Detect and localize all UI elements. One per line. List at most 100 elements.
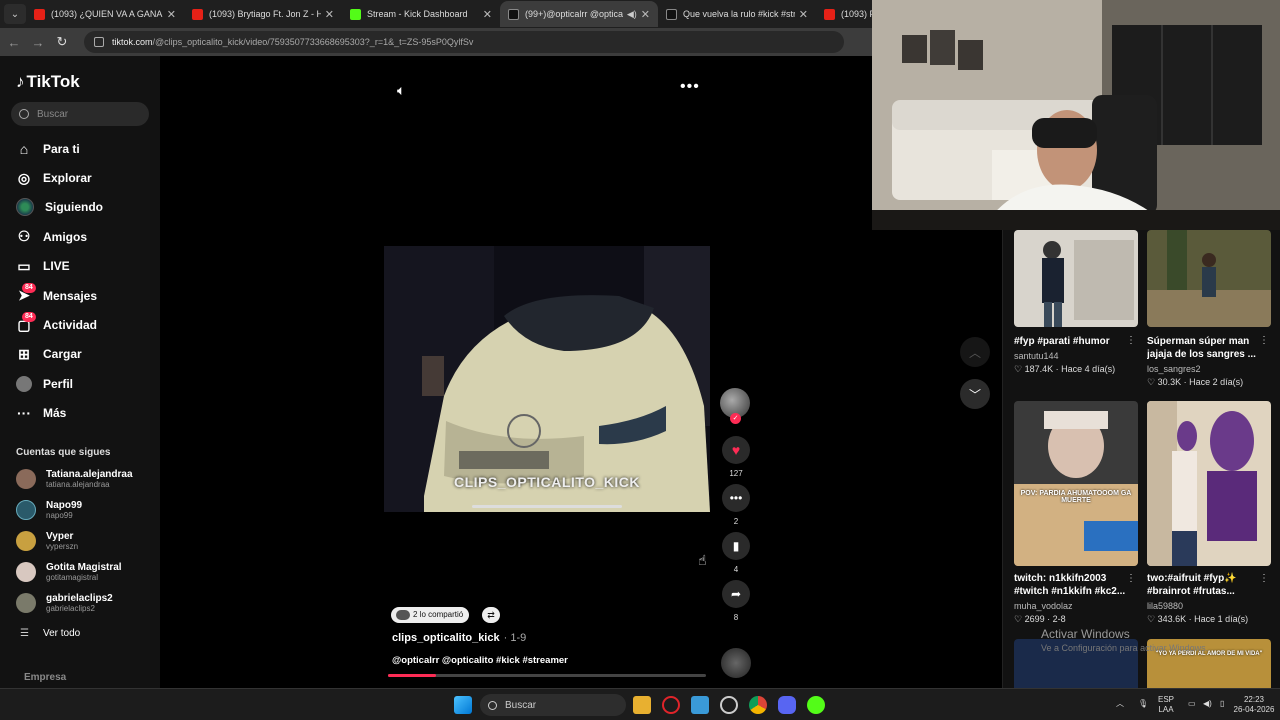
previous-video-button[interactable]: ︿ [960,337,990,367]
card-user[interactable]: muha_vodolaz [1014,601,1138,611]
tiktok-icon [666,8,677,20]
music-disc-avatar[interactable] [721,648,751,678]
volume-icon[interactable]: ◀) [1203,699,1212,709]
obs-icon[interactable] [720,696,738,714]
card-user[interactable]: los_sangres2 [1147,364,1271,374]
battery-icon[interactable]: ▯ [1220,699,1224,709]
chevron-up-icon[interactable]: ︿ [1116,699,1124,709]
recommended-video-card[interactable]: #fyp #parati #humor ⋮ santutu144 ♡ 187.4… [1014,230,1138,375]
close-icon[interactable]: ✕ [483,8,492,21]
account-name: Tatiana.alejandraa [46,469,133,481]
heart-icon[interactable]: ♥ [722,436,750,464]
card-title: twitch: n1kkifn2003 #twitch #n1kkifn #kc… [1014,573,1126,597]
share-action[interactable]: ➦ 8 [720,580,752,622]
video-progress-bar[interactable] [388,674,706,677]
taskbar-search-input[interactable]: Buscar [480,694,626,716]
sidebar-item-live[interactable]: ▭ LIVE [0,252,160,281]
tiktok-logo[interactable]: ♪ TikTok [16,72,80,92]
language-indicator[interactable]: ESP LAA [1158,695,1174,715]
sidebar-item-explorar[interactable]: ◎ Explorar [0,163,160,192]
youtube-icon [34,8,45,20]
clock[interactable]: 22:23 26-04-2026 [1228,695,1280,715]
sidebar-item-siguiendo[interactable]: Siguiendo [0,193,160,222]
see-all-label: Ver todo [42,628,81,639]
following-account[interactable]: Gotita Magistral gotitamagistral [16,556,156,587]
discord-icon[interactable] [778,696,796,714]
app-icon[interactable] [691,696,709,714]
following-account[interactable]: Vyper vyperszn [16,526,156,557]
repost-icon[interactable]: ⇄ [482,607,500,623]
like-action[interactable]: ♥ 127 [720,436,752,478]
following-account[interactable]: Napo99 napo99 [16,495,156,526]
comment-icon[interactable]: ••• [722,484,750,512]
account-handle: tatiana.alejandraa [46,480,110,490]
video-player[interactable]: CLIPS_OPTICALITO_KICK [384,246,710,512]
avatar [16,592,36,613]
sidebar-item-perfil[interactable]: Perfil [0,369,160,398]
card-user[interactable]: lila59880 [1147,601,1271,611]
save-action[interactable]: ▮ 4 [720,532,752,574]
search-input[interactable]: Buscar [11,102,149,126]
browser-tab[interactable]: Que vuelva la rulo #kick #strean ✕ [658,1,816,27]
reload-icon[interactable]: ↻ [50,34,74,50]
chrome-icon[interactable] [749,696,767,714]
audio-playing-icon[interactable]: ◀) [627,9,637,20]
tab-search-button[interactable]: ⌄ [4,4,26,24]
card-user[interactable]: santutu144 [1014,351,1138,361]
back-arrow-icon[interactable]: ← [2,35,26,50]
recommended-video-card[interactable]: Súperman súper man jajaja de los sangres… [1147,230,1271,388]
file-explorer-icon[interactable] [633,696,651,714]
see-all-link[interactable]: ☰ Ver todo [20,628,80,639]
card-likes: 187.4K [1024,364,1054,374]
recommended-video-card[interactable]: two:#aifruit #fyp✨ #brainrot #frutas... … [1147,401,1271,625]
recommended-video-card[interactable]: POV: PARDIA AHUMATOOOM GA MUERTE twitch:… [1014,401,1138,625]
browser-tab[interactable]: (1093) Brytiago Ft. Jon Z - High ✕ [184,1,342,27]
sidebar-item-mas[interactable]: ··· Más [0,399,160,428]
more-options-icon[interactable]: ••• [680,78,700,96]
close-icon[interactable]: ✕ [167,8,176,21]
friends-icon: ⚇ [17,228,31,245]
share-icon[interactable]: ➦ [722,580,750,608]
close-icon[interactable]: ✕ [799,8,808,21]
compass-icon: ◎ [17,169,31,186]
sidebar-item-label: Cargar [43,347,82,362]
sidebar-item-para-ti[interactable]: ⌂ Para ti [0,134,160,163]
youtube-icon [192,8,203,20]
close-icon[interactable]: ✕ [641,8,650,21]
next-video-button[interactable]: ﹀ [960,379,990,409]
network-icon[interactable]: ▭ [1188,699,1196,709]
card-options-icon[interactable]: ⋮ [1259,573,1269,584]
card-options-icon[interactable]: ⋮ [1259,335,1269,346]
following-account[interactable]: gabrielaclips2 gabrielaclips2 [16,587,156,618]
video-author[interactable]: clips_opticalito_kick · 1-9 [392,632,526,644]
following-avatar-icon [16,198,34,217]
sidebar-item-actividad[interactable]: ▢ 84 Actividad [0,310,160,339]
browser-tab-active[interactable]: (99+)@opticalrr @opticalit ◀) ✕ [500,1,658,27]
video-thumbnail [1147,401,1271,566]
sidebar-item-cargar[interactable]: ⊞ Cargar [0,340,160,369]
site-info-icon[interactable] [94,37,104,47]
windows-start-icon[interactable] [454,696,472,714]
following-account[interactable]: Tatiana.alejandraa tatiana.alejandraa [16,464,156,495]
card-options-icon[interactable]: ⋮ [1126,573,1136,584]
bookmark-icon[interactable]: ▮ [722,532,750,560]
card-age: Hace 2 día(s) [1189,377,1244,387]
browser-tab[interactable]: (1093) ¿QUIEN VA A GANAR LA ✕ [26,1,184,27]
sidebar-item-amigos[interactable]: ⚇ Amigos [0,222,160,251]
creator-avatar[interactable]: ✓ [720,388,750,424]
kick-icon[interactable] [807,696,825,714]
shared-by-pill[interactable]: 2 lo compartió [391,607,470,623]
comment-action[interactable]: ••• 2 [720,484,752,526]
browser-tab[interactable]: Stream - Kick Dashboard ✕ [342,1,500,27]
opera-icon[interactable] [662,696,680,714]
microphone-icon[interactable]: 🎙︎ [1138,699,1148,709]
sidebar-item-mensajes[interactable]: ➤ 84 Mensajes [0,281,160,310]
forward-arrow-icon[interactable]: → [26,35,50,50]
url-field[interactable]: tiktok.com /@clips_opticalito_kick/video… [84,31,844,53]
sidebar-item-label: Mensajes [43,288,98,303]
company-link[interactable]: Empresa [24,672,66,683]
card-options-icon[interactable]: ⋮ [1126,335,1136,346]
volume-icon[interactable]: 🔈︎ [397,82,405,99]
close-icon[interactable]: ✕ [325,8,334,21]
search-placeholder: Buscar [37,108,69,120]
